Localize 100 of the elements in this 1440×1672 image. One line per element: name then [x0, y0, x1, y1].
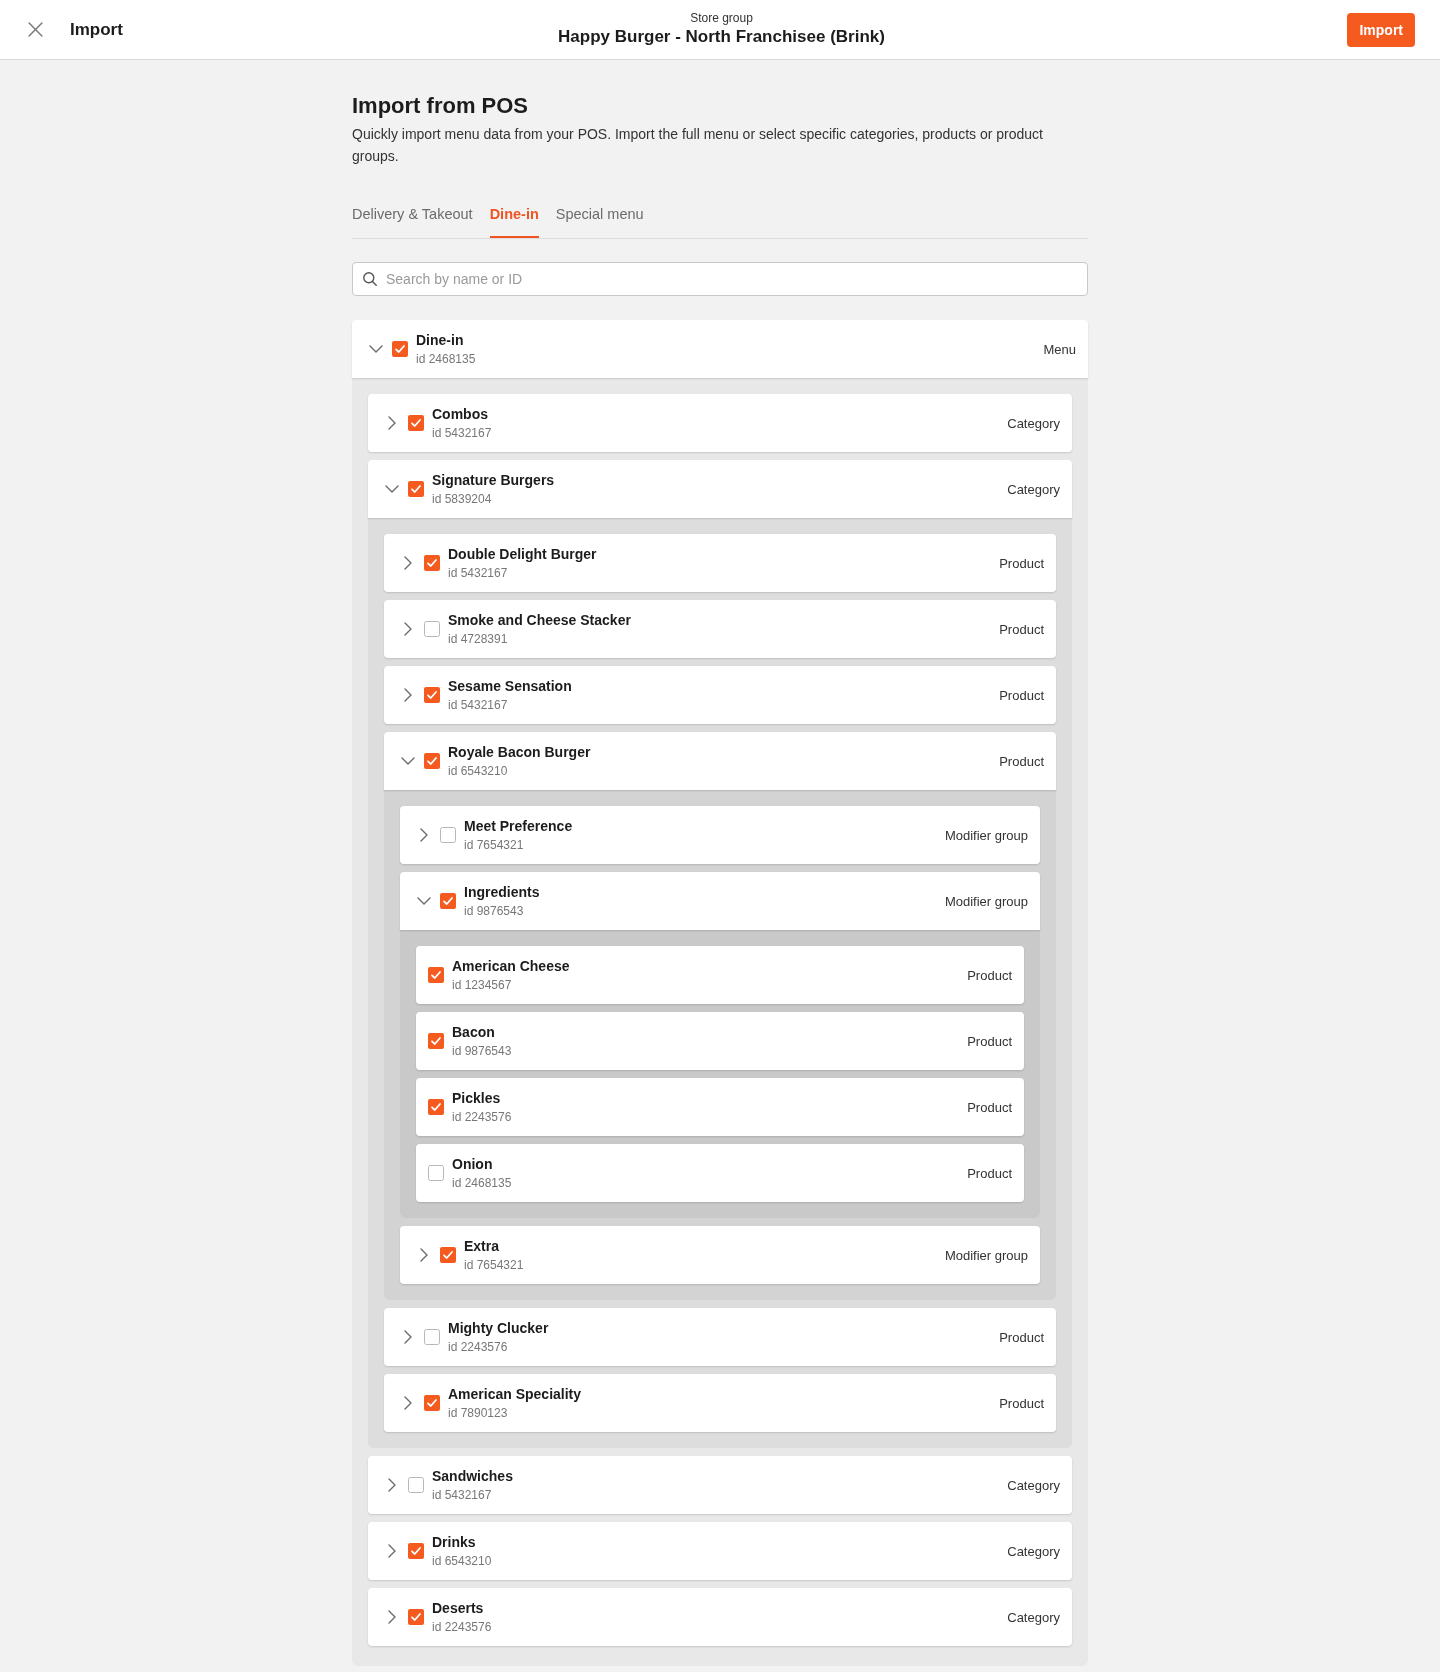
item-id: id 6543210 [448, 763, 508, 780]
item-type-label: Product [967, 1099, 1012, 1115]
tree-row-card[interactable]: Sandwiches id 5432167 Category [368, 1456, 1072, 1514]
tree-row-card[interactable]: Extra id 7654321 Modifier group [400, 1226, 1040, 1284]
checkbox[interactable] [428, 1033, 444, 1049]
chevron-right-icon[interactable] [388, 1544, 396, 1558]
item-type-label: Product [967, 967, 1012, 983]
tab[interactable]: Delivery & Takeout [352, 204, 473, 238]
section-description: Quickly import menu data from your POS. Import the full menu or select specific categories, products or product groups. [352, 125, 1044, 166]
chevron-right-icon[interactable] [404, 622, 412, 636]
checkbox[interactable] [408, 1609, 424, 1625]
item-id: id 5432167 [432, 425, 492, 442]
item-type-label: Menu [1043, 341, 1076, 357]
tree-row-card[interactable]: American Cheese id 1234567 Product [416, 946, 1024, 1004]
item-type-label: Product [999, 555, 1044, 571]
item-type-label: Category [1007, 1543, 1060, 1559]
checkbox[interactable] [428, 1165, 444, 1181]
item-id: id 5432167 [432, 1487, 492, 1504]
item-type-label: Modifier group [944, 827, 1028, 843]
checkbox[interactable] [408, 1543, 424, 1559]
checkbox[interactable] [440, 1247, 456, 1263]
item-name: Royale Bacon Burger [448, 743, 591, 762]
tree-row-card[interactable]: Onion id 2468135 Product [416, 1144, 1024, 1202]
chevron-right-icon[interactable] [420, 828, 428, 842]
item-type-label: Category [1007, 1609, 1060, 1625]
checkbox[interactable] [424, 687, 440, 703]
item-type-label: Category [1007, 1477, 1060, 1493]
item-type-label: Category [1007, 415, 1060, 431]
item-name: Sesame Sensation [448, 677, 572, 696]
tree-row-card[interactable]: Sesame Sensation id 5432167 Product [384, 666, 1056, 724]
item-name: Dine-in [416, 331, 464, 350]
chevron-down-icon[interactable] [401, 757, 415, 765]
item-id: id 7654321 [464, 837, 524, 854]
item-type-label: Category [1007, 481, 1060, 497]
chevron-down-icon[interactable] [417, 897, 431, 905]
chevron-right-icon[interactable] [404, 688, 412, 702]
checkbox[interactable] [440, 827, 456, 843]
tree-row-card[interactable]: Bacon id 9876543 Product [416, 1012, 1024, 1070]
checkbox[interactable] [408, 1477, 424, 1493]
checkbox[interactable] [440, 893, 456, 909]
item-id: id 6543210 [432, 1553, 492, 1570]
item-name: Sandwiches [432, 1467, 513, 1486]
item-name: Combos [432, 405, 488, 424]
item-id: id 2468135 [452, 1175, 512, 1192]
section-heading: Import from POS [352, 92, 529, 120]
chevron-down-icon[interactable] [369, 345, 383, 353]
item-name: Bacon [452, 1023, 495, 1042]
item-name: Double Delight Burger [448, 545, 597, 564]
tree-row-card[interactable]: Royale Bacon Burger id 6543210 Product [384, 732, 1056, 790]
chevron-right-icon[interactable] [388, 416, 396, 430]
checkbox[interactable] [408, 415, 424, 431]
chevron-right-icon[interactable] [420, 1248, 428, 1262]
item-name: Onion [452, 1155, 493, 1174]
checkbox[interactable] [424, 555, 440, 571]
item-id: id 7654321 [464, 1257, 524, 1274]
item-id: id 2243576 [452, 1109, 512, 1126]
tree-row-card[interactable]: Pickles id 2243576 Product [416, 1078, 1024, 1136]
tree-row-card[interactable]: Mighty Clucker id 2243576 Product [384, 1308, 1056, 1366]
tree-row-card[interactable]: Double Delight Burger id 5432167 Product [384, 534, 1056, 592]
item-id: id 5432167 [448, 565, 508, 582]
chevron-right-icon[interactable] [404, 556, 412, 570]
item-type-label: Product [967, 1033, 1012, 1049]
item-type-label: Modifier group [944, 893, 1028, 909]
checkbox[interactable] [392, 341, 408, 357]
item-id: id 9876543 [452, 1043, 512, 1060]
checkbox[interactable] [424, 1329, 440, 1345]
checkbox[interactable] [428, 1099, 444, 1115]
tab[interactable]: Special menu [555, 204, 644, 238]
tree-row-card[interactable]: Combos id 5432167 Category [368, 394, 1072, 452]
item-type-label: Modifier group [944, 1247, 1028, 1263]
header-title: Import [70, 19, 123, 40]
tree-row-card[interactable]: Meet Preference id 7654321 Modifier group [400, 806, 1040, 864]
chevron-right-icon[interactable] [388, 1478, 396, 1492]
checkbox[interactable] [408, 481, 424, 497]
item-id: id 9876543 [464, 903, 524, 920]
item-id: id 2243576 [448, 1339, 508, 1356]
chevron-right-icon[interactable] [404, 1396, 412, 1410]
item-name: Signature Burgers [432, 471, 555, 490]
item-name: American Cheese [452, 957, 570, 976]
chevron-right-icon[interactable] [404, 1330, 412, 1344]
item-name: Pickles [452, 1089, 501, 1108]
tree-row-card[interactable]: Ingredients id 9876543 Modifier group [400, 872, 1040, 930]
store-group-name: Happy Burger - North Franchisee (Brink) [558, 26, 885, 48]
checkbox[interactable] [424, 621, 440, 637]
tree-row-card[interactable]: Signature Burgers id 5839204 Category [368, 460, 1072, 518]
item-name: Drinks [432, 1533, 476, 1552]
chevron-right-icon[interactable] [388, 1610, 396, 1624]
close-icon[interactable] [28, 22, 43, 37]
tree-row-card[interactable]: Drinks id 6543210 Category [368, 1522, 1072, 1580]
item-name: Meet Preference [464, 817, 573, 836]
chevron-down-icon[interactable] [385, 485, 399, 493]
search-field[interactable]: Search by name or ID [352, 262, 1088, 296]
tree-row-card[interactable]: Deserts id 2243576 Category [368, 1588, 1072, 1646]
item-name: Mighty Clucker [448, 1319, 549, 1338]
tree-row-card[interactable]: Dine-in id 2468135 Menu [352, 320, 1088, 378]
checkbox[interactable] [428, 967, 444, 983]
tree-row-card[interactable]: Smoke and Cheese Stacker id 4728391 Product [384, 600, 1056, 658]
tree-row-card[interactable]: American Speciality id 7890123 Product [384, 1374, 1056, 1432]
checkbox[interactable] [424, 1395, 440, 1411]
checkbox[interactable] [424, 753, 440, 769]
